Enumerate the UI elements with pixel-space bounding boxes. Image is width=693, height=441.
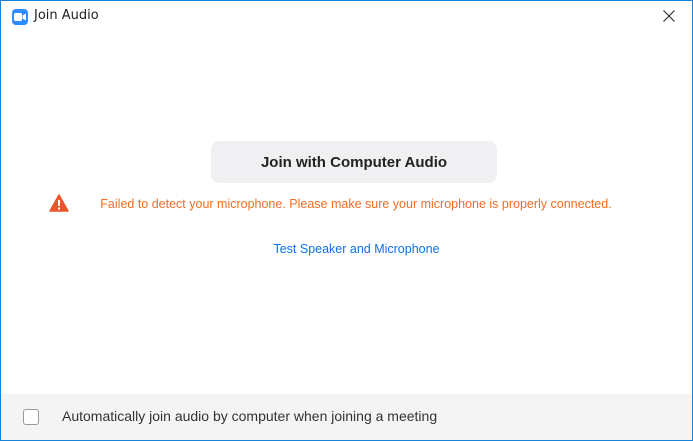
microphone-error-message: Failed to detect your microphone. Please… xyxy=(100,197,612,211)
zoom-camera-icon xyxy=(12,9,28,25)
join-audio-dialog: Join Audio Join with Computer Audio Fail… xyxy=(0,0,693,441)
auto-join-checkbox[interactable] xyxy=(23,409,39,425)
warning-triangle-icon xyxy=(49,194,69,212)
auto-join-label[interactable]: Automatically join audio by computer whe… xyxy=(62,408,437,424)
close-button[interactable] xyxy=(646,1,692,31)
close-icon xyxy=(663,7,675,26)
test-speaker-and-microphone-link[interactable]: Test Speaker and Microphone xyxy=(1,242,693,256)
join-with-computer-audio-button[interactable]: Join with Computer Audio xyxy=(211,141,497,183)
title-bar: Join Audio xyxy=(1,1,692,31)
join-button-label: Join with Computer Audio xyxy=(260,153,448,171)
footer-bar: Automatically join audio by computer whe… xyxy=(1,394,692,440)
window-title: Join Audio xyxy=(34,8,99,23)
